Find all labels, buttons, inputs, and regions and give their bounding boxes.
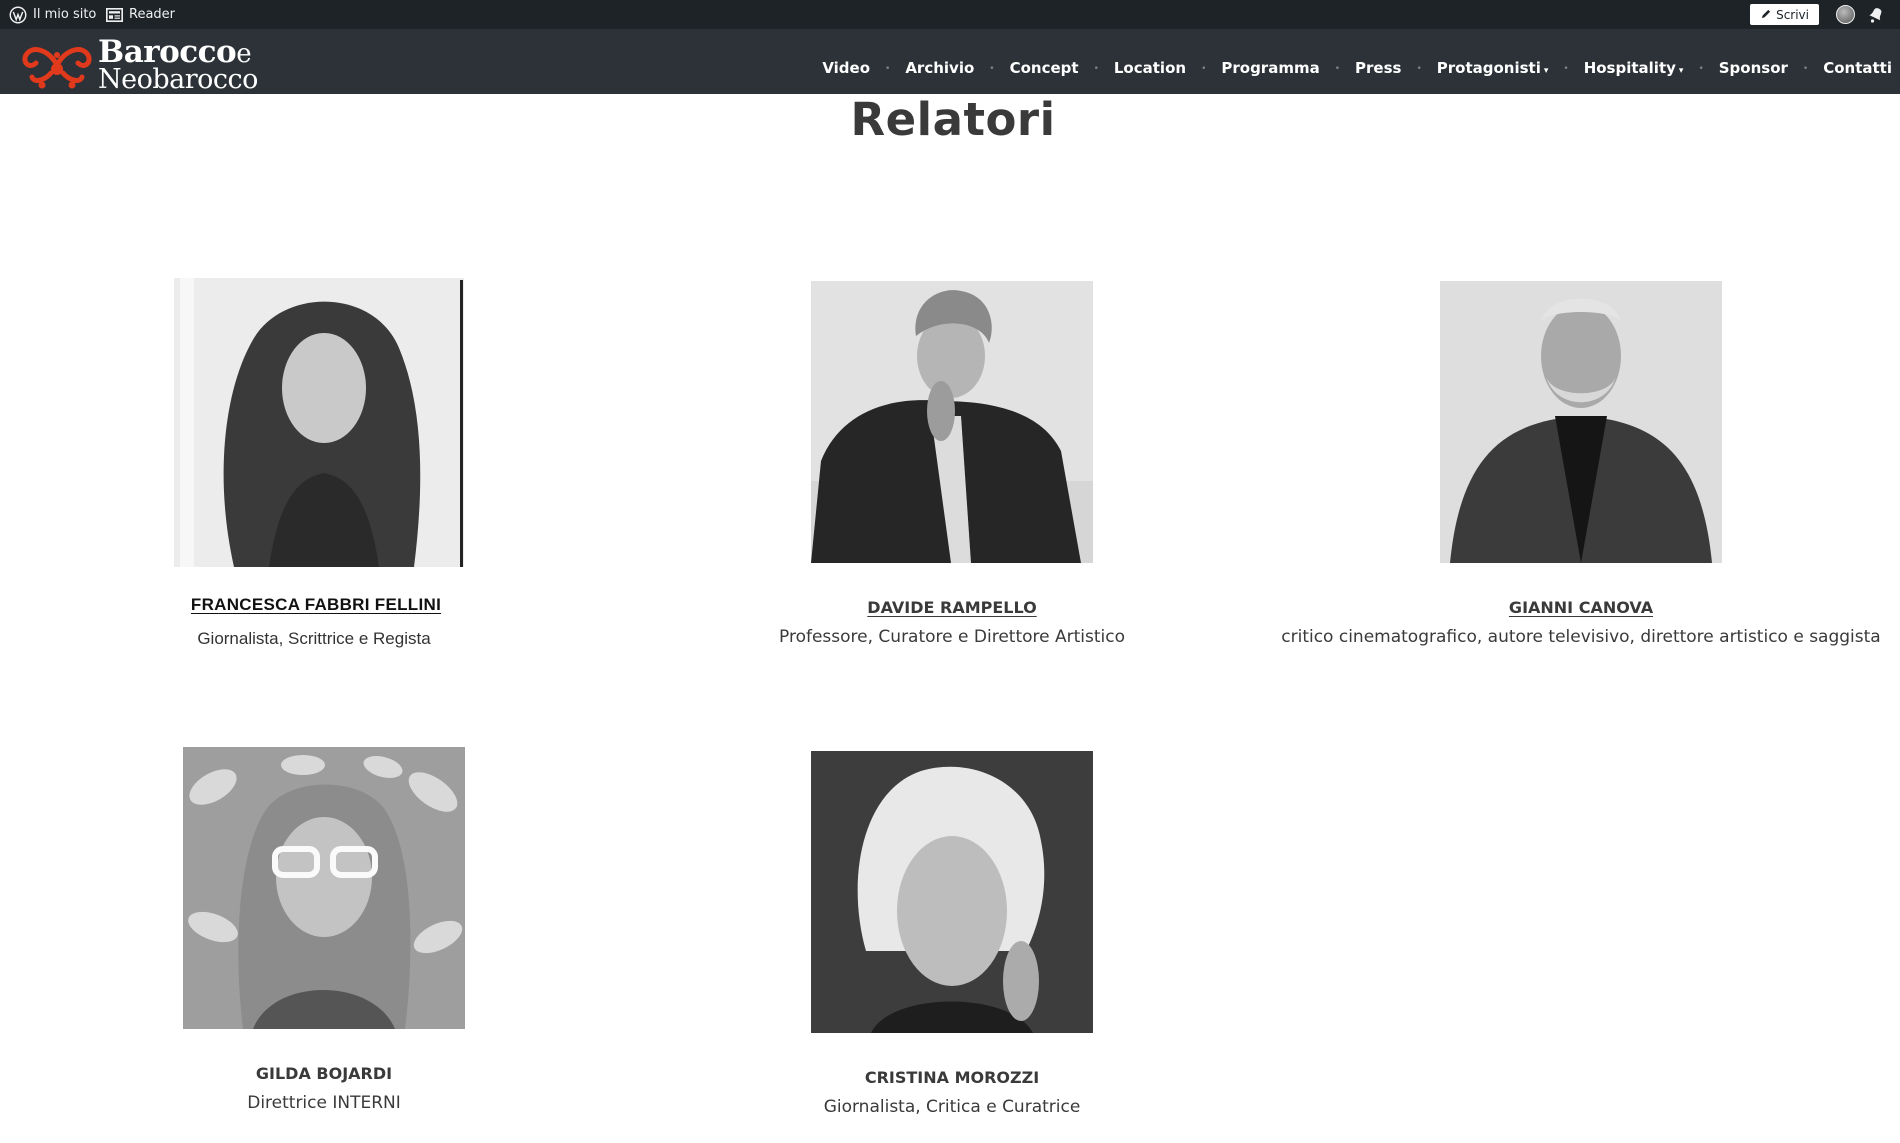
nav-separator: • — [1093, 63, 1099, 74]
speaker-role: Direttrice INTERNI — [247, 1093, 401, 1113]
nav-separator: • — [989, 63, 995, 74]
nav-separator: • — [885, 63, 891, 74]
speaker-name: CRISTINA MOROZZI — [864, 1068, 1040, 1087]
nav-protagonisti[interactable]: Protagonisti ▾ — [1437, 47, 1549, 77]
nav-protagonisti-label: Protagonisti — [1436, 58, 1541, 77]
portrait-man-curly-hair-icon — [811, 281, 1093, 563]
write-label: Scrivi — [1776, 7, 1809, 22]
page-title: Relatori — [850, 93, 1056, 146]
chevron-down-icon: ▾ — [1678, 65, 1684, 76]
my-site-label: Il mio sito — [33, 7, 97, 22]
notifications-button[interactable] — [1866, 5, 1886, 25]
speaker-name-link[interactable]: GIANNI CANOVA — [1509, 598, 1653, 617]
nav-press[interactable]: Press — [1355, 47, 1401, 77]
write-button[interactable]: Scrivi — [1750, 4, 1819, 25]
speaker-photo[interactable] — [1440, 281, 1722, 563]
chevron-down-icon: ▾ — [1543, 65, 1549, 76]
speaker-name: GILDA BOJARDI — [255, 1064, 393, 1083]
user-avatar[interactable] — [1836, 5, 1855, 24]
speaker-name-link[interactable]: DAVIDE RAMPELLO — [867, 598, 1036, 617]
portrait-woman-long-hair-icon — [174, 278, 464, 567]
speaker-name-link[interactable]: FRANCESCA FABBRI FELLINI — [191, 595, 441, 615]
nav-contatti[interactable]: Contatti — [1823, 47, 1892, 77]
nav-location[interactable]: Location — [1114, 47, 1186, 77]
portrait-woman-white-hair-icon — [811, 751, 1093, 1033]
logo-wordmark: Baroccoe Neobarocco — [98, 37, 258, 95]
speaker-role: Giornalista, Scrittrice e Regista — [197, 629, 431, 648]
admin-bar: Il mio sito Reader Scrivi — [0, 0, 1900, 29]
speaker-photo[interactable] — [183, 747, 465, 1029]
reader-link[interactable]: Reader — [106, 0, 175, 29]
nav-separator: • — [1563, 63, 1569, 74]
site-header: Baroccoe Neobarocco Video • Archivio • C… — [0, 29, 1900, 94]
speaker-photo[interactable] — [811, 281, 1093, 563]
my-site-link[interactable]: Il mio sito — [9, 0, 96, 29]
main-navigation: Video • Archivio • Concept • Location • … — [822, 29, 1892, 94]
nav-separator: • — [1698, 63, 1704, 74]
speaker-photo[interactable] — [811, 751, 1093, 1033]
notification-bell-icon — [1869, 8, 1882, 23]
logo-word-neobarocco: Neobarocco — [98, 64, 258, 95]
speaker-photo[interactable] — [174, 278, 464, 567]
speaker-role: critico cinematografico, autore televisi… — [1281, 627, 1881, 647]
nav-archivio[interactable]: Archivio — [905, 47, 974, 77]
baroque-ornament-icon — [22, 47, 92, 89]
nav-separator: • — [1334, 63, 1341, 74]
reader-icon — [106, 7, 123, 22]
nav-separator: • — [1802, 63, 1809, 74]
reader-label: Reader — [129, 7, 176, 22]
nav-hospitality-label: Hospitality — [1583, 58, 1676, 77]
wordpress-icon — [9, 6, 27, 23]
nav-programma[interactable]: Programma — [1221, 47, 1319, 77]
pen-icon — [1761, 9, 1771, 19]
portrait-man-beard-icon — [1440, 281, 1722, 563]
speaker-role: Professore, Curatore e Direttore Artisti… — [779, 627, 1125, 647]
nav-separator: • — [1416, 63, 1422, 74]
portrait-woman-glasses-flowers-icon — [183, 747, 465, 1029]
nav-video[interactable]: Video — [822, 47, 870, 77]
site-logo[interactable]: Baroccoe Neobarocco — [18, 35, 258, 93]
nav-sponsor[interactable]: Sponsor — [1719, 47, 1788, 77]
nav-hospitality[interactable]: Hospitality ▾ — [1584, 47, 1684, 77]
speaker-role: Giornalista, Critica e Curatrice — [823, 1097, 1081, 1117]
nav-separator: • — [1201, 63, 1207, 74]
nav-concept[interactable]: Concept — [1010, 47, 1079, 77]
